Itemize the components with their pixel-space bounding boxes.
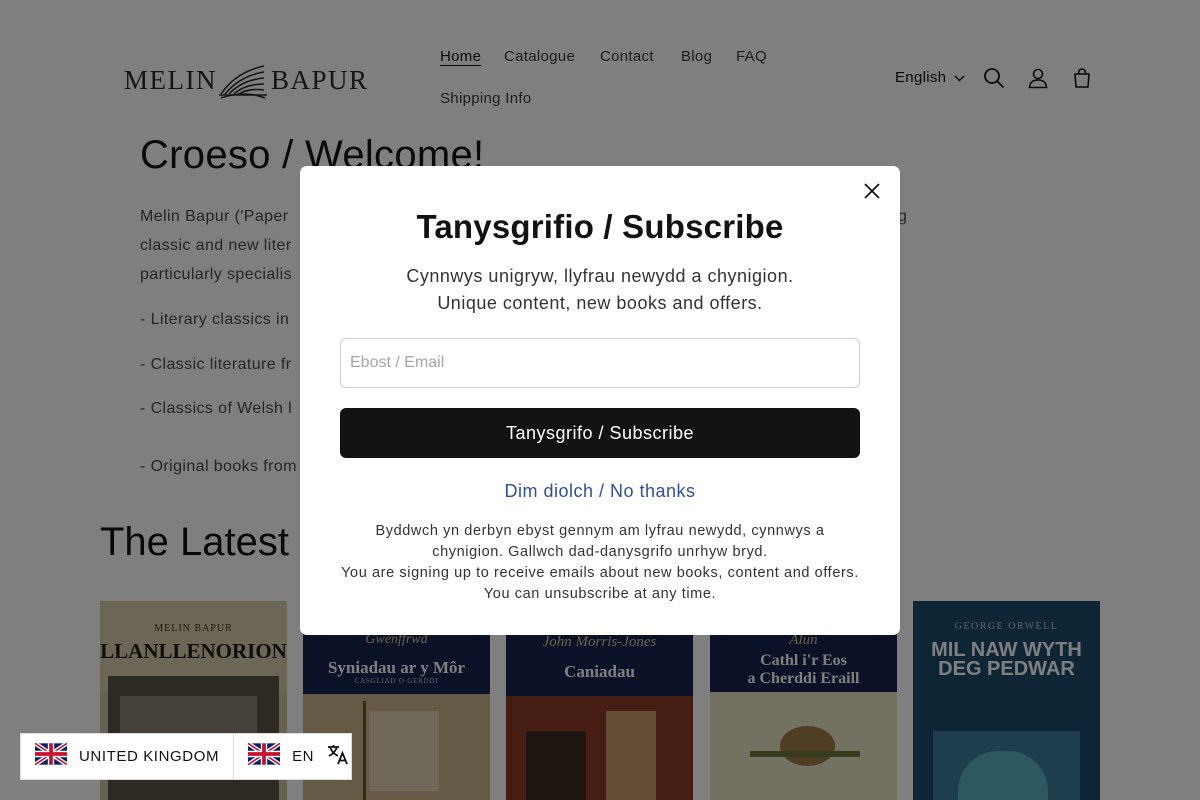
- uk-flag-icon: [246, 741, 282, 770]
- disclaimer-en: You are signing up to receive emails abo…: [341, 565, 859, 602]
- locale-language-label: EN: [292, 748, 315, 765]
- modal-subtitle-cy: Cynnwys unigryw, llyfrau newydd a chynig…: [406, 266, 794, 286]
- country-label: UNITED KINGDOM: [79, 748, 220, 765]
- modal-subtitle-en: Unique content, new books and offers.: [437, 293, 763, 313]
- uk-flag-icon: [33, 741, 69, 770]
- subscribe-modal: Tanysgrifio / Subscribe Cynnwys unigryw,…: [300, 166, 900, 635]
- no-thanks-link[interactable]: Dim diolch / No thanks: [300, 481, 900, 502]
- localization-bar: UNITED KINGDOM EN: [20, 733, 352, 780]
- translate-icon: [326, 742, 350, 771]
- close-icon[interactable]: [858, 177, 886, 205]
- locale-language-selector[interactable]: EN: [234, 734, 350, 779]
- disclaimer-cy: Byddwch yn derbyn ebyst gennym am lyfrau…: [375, 523, 825, 560]
- country-selector[interactable]: UNITED KINGDOM: [21, 734, 235, 779]
- subscribe-button[interactable]: Tanysgrifo / Subscribe: [340, 408, 860, 458]
- modal-title: Tanysgrifio / Subscribe: [416, 208, 784, 245]
- email-field[interactable]: [340, 338, 860, 388]
